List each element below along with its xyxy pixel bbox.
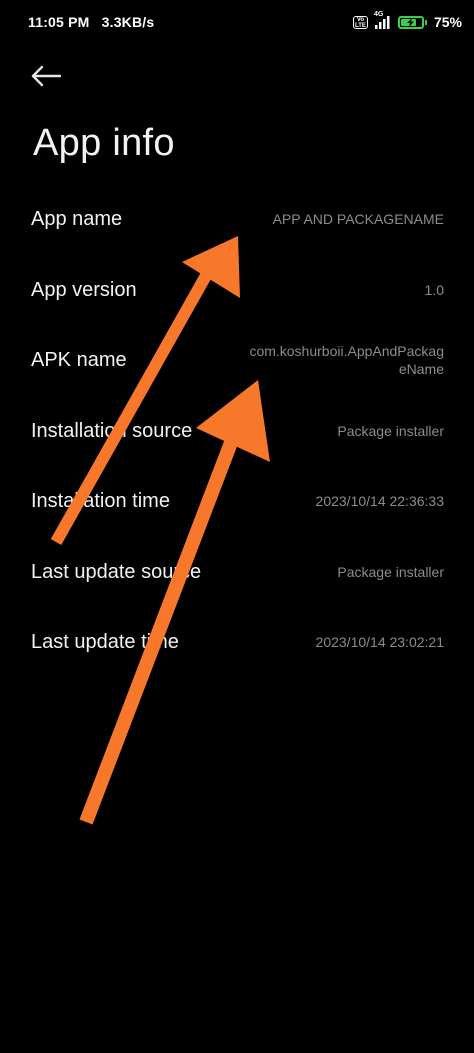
apk-name-value: com.koshurboii.AppAndPackageName <box>249 343 444 377</box>
info-label: Last update source <box>31 560 202 583</box>
status-left: 11:05 PM 3.3KB/s <box>28 14 154 30</box>
arrow-left-icon <box>31 65 62 87</box>
info-row-last-update-time[interactable]: Last update time 2023/10/14 23:02:21 <box>0 607 474 678</box>
info-label: App version <box>31 278 137 301</box>
info-value: 1.0 <box>424 281 444 298</box>
info-value: 2023/10/14 23:02:21 <box>315 634 444 650</box>
info-value: Package installer <box>337 422 444 439</box>
info-value: 2023/10/14 22:36:33 <box>315 493 444 509</box>
info-row-app-name[interactable]: App name APP AND PACKAGENAME <box>0 184 474 255</box>
status-bar: 11:05 PM 3.3KB/s Vo LTE 4G 75% <box>0 0 474 46</box>
info-row-installation-time[interactable]: Installation time 2023/10/14 22:36:33 <box>0 466 474 537</box>
info-label: APK name <box>31 349 127 371</box>
status-right: Vo LTE 4G 75% <box>352 11 462 32</box>
battery-percent: 75% <box>433 14 462 30</box>
status-net-speed: 3.3KB/s <box>101 14 155 30</box>
volte-icon: Vo LTE <box>352 15 368 29</box>
info-row-app-version[interactable]: App version 1.0 <box>0 255 474 326</box>
info-value: APP AND PACKAGENAME <box>272 211 444 227</box>
page-title: App info <box>33 122 175 164</box>
app-info-list: App name APP AND PACKAGENAME App version… <box>0 184 474 678</box>
volte-label: Vo LTE <box>355 16 366 29</box>
info-value: Package installer <box>337 563 444 580</box>
info-label: Installation time <box>31 490 170 512</box>
battery-charging-icon <box>397 15 427 29</box>
info-label: Last update time <box>31 631 179 653</box>
info-row-installation-source[interactable]: Installation source Package installer <box>0 396 474 467</box>
network-type-label: 4G <box>373 11 384 18</box>
back-button[interactable] <box>30 58 74 94</box>
charging-bolt-icon <box>406 17 414 27</box>
info-label: App name <box>31 208 123 230</box>
signal-icon: 4G <box>373 11 392 30</box>
status-time: 11:05 PM <box>28 14 90 30</box>
info-label: Installation source <box>31 419 193 442</box>
info-row-last-update-source[interactable]: Last update source Package installer <box>0 537 474 608</box>
